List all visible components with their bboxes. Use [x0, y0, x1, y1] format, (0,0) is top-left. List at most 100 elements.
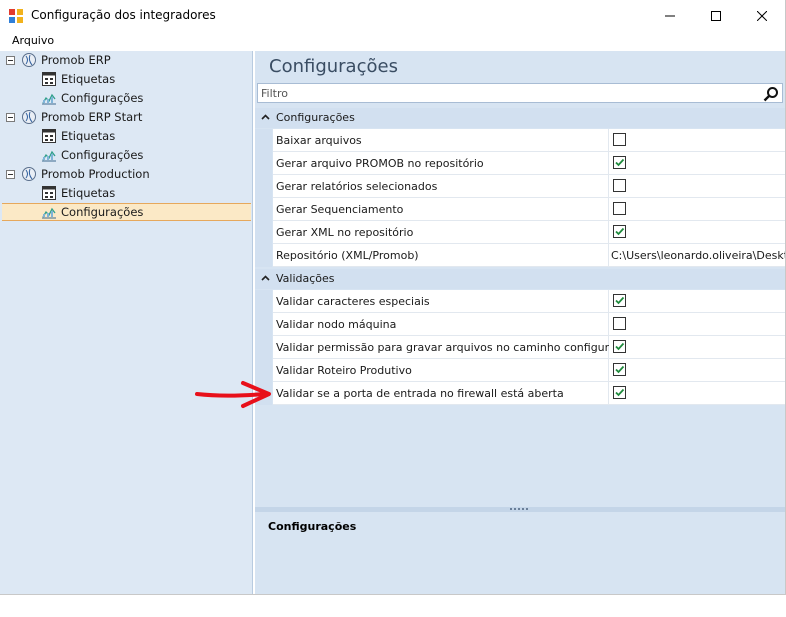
tree-node-etiquetas[interactable]: Etiquetas	[41, 184, 115, 202]
property-value[interactable]	[609, 382, 785, 405]
checkbox-gerar-xml[interactable]	[613, 225, 626, 238]
property-row: Validar caracteres especiais	[255, 290, 785, 313]
property-name[interactable]: Repositório (XML/Promob)	[273, 244, 609, 267]
window-title: Configuração dos integradores	[31, 8, 216, 22]
tree-node-promob-production[interactable]: Promob Production	[21, 165, 150, 183]
chart-config-icon	[42, 207, 56, 219]
row-gutter	[255, 336, 272, 359]
property-row: Validar se a porta de entrada no firewal…	[255, 382, 785, 405]
description-title: Configurações	[268, 520, 357, 533]
property-row: Gerar XML no repositório	[255, 221, 785, 244]
tree-collapse-toggle[interactable]	[6, 113, 15, 122]
row-gutter	[255, 313, 272, 336]
property-row: Validar permissão para gravar arquivos n…	[255, 336, 785, 359]
label-sheet-icon	[42, 72, 56, 86]
chart-config-icon	[42, 93, 56, 105]
chevron-up-icon[interactable]	[261, 113, 270, 122]
tree-collapse-toggle[interactable]	[6, 170, 15, 179]
category-validacoes[interactable]: Validações	[255, 269, 785, 289]
property-value[interactable]	[609, 198, 785, 221]
globe-node-icon	[22, 53, 36, 67]
tree-node-promob-erp-start[interactable]: Promob ERP Start	[21, 108, 142, 126]
annotation-arrow-icon	[195, 381, 271, 408]
property-name[interactable]: Validar permissão para gravar arquivos n…	[273, 336, 630, 359]
page-title: Configurações	[269, 56, 398, 77]
property-row: Baixar arquivos	[255, 129, 785, 152]
app-icon	[9, 9, 23, 23]
property-name[interactable]: Validar se a porta de entrada no firewal…	[273, 382, 609, 405]
property-name[interactable]: Validar nodo máquina	[273, 313, 609, 336]
filter-input[interactable]: Filtro	[257, 83, 783, 103]
category-configuracoes[interactable]: Configurações	[255, 108, 785, 128]
checkbox-gerar-arquivo-promob[interactable]	[613, 156, 626, 169]
tree-node-etiquetas[interactable]: Etiquetas	[41, 127, 115, 145]
property-row: Gerar arquivo PROMOB no repositório	[255, 152, 785, 175]
check-icon	[615, 342, 625, 351]
tree-node-configuracoes[interactable]: Configurações	[41, 146, 143, 164]
tree-node-etiquetas[interactable]: Etiquetas	[41, 70, 115, 88]
filter-placeholder: Filtro	[261, 87, 288, 100]
label-sheet-icon	[42, 129, 56, 143]
row-gutter	[255, 129, 272, 152]
property-value[interactable]	[609, 175, 785, 198]
globe-node-icon	[22, 167, 36, 181]
tree-collapse-toggle[interactable]	[6, 56, 15, 65]
property-row: Validar Roteiro Produtivo	[255, 359, 785, 382]
check-icon	[615, 158, 625, 167]
checkbox-gerar-relatorios[interactable]	[613, 179, 626, 192]
property-value[interactable]	[609, 152, 785, 175]
property-name[interactable]: Gerar relatórios selecionados	[273, 175, 609, 198]
chevron-up-icon[interactable]	[261, 274, 270, 283]
property-name[interactable]: Validar Roteiro Produtivo	[273, 359, 609, 382]
label-sheet-icon	[42, 186, 56, 200]
checkbox-validar-caracteres[interactable]	[613, 294, 626, 307]
app-window: Configuração dos integradores Arquivo Pr…	[0, 0, 786, 595]
check-icon	[615, 388, 625, 397]
property-row: Repositório (XML/Promob) C:\Users\leonar…	[255, 244, 785, 267]
description-panel: Configurações	[255, 512, 785, 594]
property-value[interactable]	[609, 129, 785, 152]
checkbox-gerar-sequenciamento[interactable]	[613, 202, 626, 215]
row-gutter	[255, 359, 272, 382]
property-value[interactable]	[609, 290, 785, 313]
title-bar: Configuração dos integradores	[0, 0, 785, 32]
property-name[interactable]: Validar caracteres especiais	[273, 290, 609, 313]
repository-path-field[interactable]: C:\Users\leonardo.oliveira\Deskto	[609, 244, 785, 267]
property-value[interactable]	[609, 359, 785, 382]
property-name[interactable]: Gerar XML no repositório	[273, 221, 609, 244]
property-name[interactable]: Baixar arquivos	[273, 129, 609, 152]
row-gutter	[255, 198, 272, 221]
search-icon[interactable]	[763, 86, 779, 102]
property-name[interactable]: Gerar arquivo PROMOB no repositório	[273, 152, 609, 175]
minimize-button[interactable]	[647, 0, 693, 31]
menu-bar: Arquivo	[0, 32, 785, 51]
property-value[interactable]	[609, 336, 785, 359]
checkbox-baixar-arquivos[interactable]	[613, 133, 626, 146]
tree-node-promob-erp[interactable]: Promob ERP	[21, 51, 111, 69]
property-value[interactable]	[609, 221, 785, 244]
maximize-icon	[711, 10, 721, 21]
row-gutter	[255, 152, 272, 175]
checkbox-validar-nodo[interactable]	[613, 317, 626, 330]
navigation-tree: Promob ERP Etiquetas Configurações Promo…	[0, 51, 253, 594]
property-name[interactable]: Gerar Sequenciamento	[273, 198, 609, 221]
tree-node-configuracoes[interactable]: Configurações	[41, 89, 143, 107]
chart-config-icon	[42, 150, 56, 162]
checkbox-validar-roteiro[interactable]	[613, 363, 626, 376]
menu-arquivo[interactable]: Arquivo	[12, 34, 54, 47]
close-button[interactable]	[739, 0, 785, 31]
settings-panel: Configurações Filtro Configurações Baixa…	[255, 51, 785, 594]
close-icon	[757, 10, 767, 21]
row-gutter	[255, 175, 272, 198]
row-gutter	[255, 290, 272, 313]
checkbox-validar-firewall[interactable]	[613, 386, 626, 399]
row-gutter	[255, 244, 272, 267]
tree-node-configuracoes-selected[interactable]: Configurações	[41, 203, 143, 221]
globe-node-icon	[22, 110, 36, 124]
property-row: Gerar relatórios selecionados	[255, 175, 785, 198]
maximize-button[interactable]	[693, 0, 739, 31]
checkbox-validar-permissao[interactable]	[613, 340, 626, 353]
property-row: Validar nodo máquina	[255, 313, 785, 336]
property-value[interactable]	[609, 313, 785, 336]
check-icon	[615, 227, 625, 236]
